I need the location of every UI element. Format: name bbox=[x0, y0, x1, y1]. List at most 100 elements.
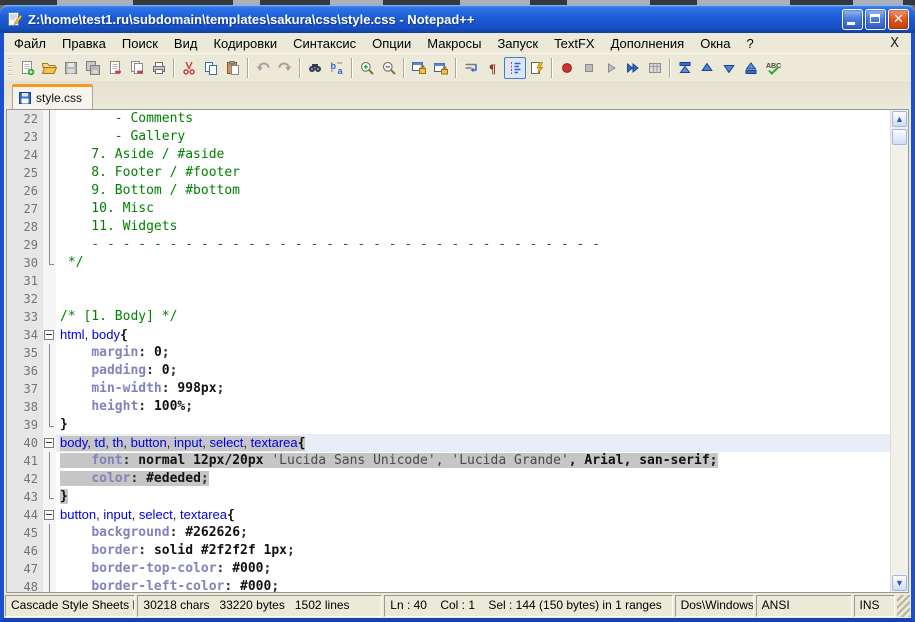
code-line-29[interactable]: 29 - - - - - - - - - - - - - - - - - - -… bbox=[7, 236, 891, 254]
close-button[interactable]: ✕ bbox=[888, 9, 909, 30]
code-line-45[interactable]: 45 background: #262626; bbox=[7, 524, 891, 542]
code-editor[interactable]: 22 - Comments23 - Gallery24 7. Aside / #… bbox=[6, 109, 909, 593]
code-text[interactable]: /* [1. Body] */ bbox=[56, 308, 891, 326]
menu-item-run[interactable]: Запуск bbox=[489, 34, 546, 53]
code-line-39[interactable]: 39} bbox=[7, 416, 891, 434]
scroll-down-arrow-icon[interactable]: ▼ bbox=[892, 575, 907, 591]
scroll-up-arrow-icon[interactable]: ▲ bbox=[892, 111, 907, 127]
code-line-22[interactable]: 22 - Comments bbox=[7, 110, 891, 128]
macro-stop-icon[interactable] bbox=[578, 57, 600, 79]
code-line-38[interactable]: 38 height: 100%; bbox=[7, 398, 891, 416]
menu-item-window[interactable]: Окна bbox=[692, 34, 738, 53]
print-icon[interactable] bbox=[148, 57, 170, 79]
spell-check-icon[interactable]: ABC bbox=[762, 57, 784, 79]
code-line-23[interactable]: 23 - Gallery bbox=[7, 128, 891, 146]
code-line-27[interactable]: 27 10. Misc bbox=[7, 200, 891, 218]
code-line-48[interactable]: 48 border-left-color: #000; bbox=[7, 578, 891, 592]
code-line-30[interactable]: 30 */ bbox=[7, 254, 891, 272]
menu-item-edit[interactable]: Правка bbox=[54, 34, 114, 53]
code-line-32[interactable]: 32 bbox=[7, 290, 891, 308]
new-file-icon[interactable] bbox=[16, 57, 38, 79]
menu-item-plugins[interactable]: Дополнения bbox=[603, 34, 693, 53]
code-text[interactable]: body, td, th, button, input, select, tex… bbox=[56, 434, 891, 452]
user-dialog-icon[interactable] bbox=[526, 57, 548, 79]
sync-vertical-scroll-icon[interactable] bbox=[408, 57, 430, 79]
code-text[interactable]: - Comments bbox=[56, 110, 891, 128]
code-text[interactable]: color: #ededed; bbox=[56, 470, 891, 488]
code-line-36[interactable]: 36 padding: 0; bbox=[7, 362, 891, 380]
menu-item-encoding[interactable]: Кодировки bbox=[205, 34, 285, 53]
code-text[interactable]: font: normal 12px/20px 'Lucida Sans Unic… bbox=[56, 452, 891, 470]
menu-item-view[interactable]: Вид bbox=[166, 34, 206, 53]
redo-icon[interactable] bbox=[274, 57, 296, 79]
zoom-out-icon[interactable] bbox=[378, 57, 400, 79]
code-line-26[interactable]: 26 9. Bottom / #bottom bbox=[7, 182, 891, 200]
code-line-37[interactable]: 37 min-width: 998px; bbox=[7, 380, 891, 398]
word-wrap-icon[interactable] bbox=[460, 57, 482, 79]
code-text[interactable] bbox=[56, 272, 891, 290]
code-text[interactable]: border: solid #2f2f2f 1px; bbox=[56, 542, 891, 560]
menu-item-search[interactable]: Поиск bbox=[114, 34, 166, 53]
code-text[interactable]: button, input, select, textarea{ bbox=[56, 506, 891, 524]
status-encoding[interactable]: ANSI bbox=[756, 595, 852, 617]
status-cursor-position[interactable]: Ln : 40 Col : 1 Sel : 144 (150 bytes) in… bbox=[384, 595, 672, 617]
code-text[interactable]: html, body{ bbox=[56, 326, 891, 344]
code-text[interactable]: background: #262626; bbox=[56, 524, 891, 542]
code-line-47[interactable]: 47 border-top-color: #000; bbox=[7, 560, 891, 578]
close-icon[interactable] bbox=[104, 57, 126, 79]
menu-item-language[interactable]: Синтаксис bbox=[285, 34, 364, 53]
maximize-button[interactable] bbox=[865, 9, 886, 30]
code-line-34[interactable]: 34html, body{ bbox=[7, 326, 891, 344]
menu-item-help[interactable]: ? bbox=[738, 34, 761, 53]
code-line-42[interactable]: 42 color: #ededed; bbox=[7, 470, 891, 488]
vertical-scrollbar[interactable]: ▲ ▼ bbox=[890, 110, 908, 592]
save-all-icon[interactable] bbox=[82, 57, 104, 79]
zoom-in-icon[interactable] bbox=[356, 57, 378, 79]
code-text[interactable]: 10. Misc bbox=[56, 200, 891, 218]
title-bar[interactable]: Z:\home\test1.ru\subdomain\templates\sak… bbox=[0, 5, 915, 33]
code-text[interactable]: 8. Footer / #footer bbox=[56, 164, 891, 182]
sync-horizontal-scroll-icon[interactable] bbox=[430, 57, 452, 79]
status-insert-mode[interactable]: INS bbox=[854, 595, 896, 617]
scrollbar-thumb[interactable] bbox=[892, 129, 907, 145]
open-icon[interactable] bbox=[38, 57, 60, 79]
code-line-31[interactable]: 31 bbox=[7, 272, 891, 290]
code-text[interactable]: - - - - - - - - - - - - - - - - - - - - … bbox=[56, 236, 891, 254]
code-line-43[interactable]: 43} bbox=[7, 488, 891, 506]
fold-toggle-icon[interactable] bbox=[43, 434, 56, 452]
code-line-46[interactable]: 46 border: solid #2f2f2f 1px; bbox=[7, 542, 891, 560]
textfx-move-bottom-icon[interactable] bbox=[740, 57, 762, 79]
code-text[interactable]: padding: 0; bbox=[56, 362, 891, 380]
code-line-44[interactable]: 44button, input, select, textarea{ bbox=[7, 506, 891, 524]
macro-save-icon[interactable] bbox=[644, 57, 666, 79]
code-text[interactable] bbox=[56, 290, 891, 308]
toolbar-grip[interactable] bbox=[8, 58, 12, 78]
code-line-33[interactable]: 33/* [1. Body] */ bbox=[7, 308, 891, 326]
code-text[interactable]: } bbox=[56, 488, 891, 506]
paste-icon[interactable] bbox=[222, 57, 244, 79]
macro-run-multiple-icon[interactable] bbox=[622, 57, 644, 79]
textfx-move-up-icon[interactable] bbox=[696, 57, 718, 79]
code-text[interactable]: min-width: 998px; bbox=[56, 380, 891, 398]
code-text[interactable]: } bbox=[56, 416, 891, 434]
code-text[interactable]: - Gallery bbox=[56, 128, 891, 146]
undo-icon[interactable] bbox=[252, 57, 274, 79]
textfx-move-top-icon[interactable] bbox=[674, 57, 696, 79]
fold-toggle-icon[interactable] bbox=[43, 326, 56, 344]
macro-play-icon[interactable] bbox=[600, 57, 622, 79]
copy-icon[interactable] bbox=[200, 57, 222, 79]
menu-item-settings[interactable]: Опции bbox=[364, 34, 419, 53]
code-text[interactable]: 9. Bottom / #bottom bbox=[56, 182, 891, 200]
macro-record-icon[interactable] bbox=[556, 57, 578, 79]
tab-style-css[interactable]: style.css bbox=[12, 84, 93, 109]
menu-item-textfx[interactable]: TextFX bbox=[546, 34, 602, 53]
status-eol-format[interactable]: Dos\Windows bbox=[675, 595, 754, 617]
code-text[interactable]: border-top-color: #000; bbox=[56, 560, 891, 578]
code-line-40[interactable]: 40body, td, th, button, input, select, t… bbox=[7, 434, 891, 452]
show-indent-guide-icon[interactable] bbox=[504, 57, 526, 79]
resize-grip[interactable] bbox=[897, 595, 910, 617]
close-all-icon[interactable] bbox=[126, 57, 148, 79]
replace-icon[interactable]: ba bbox=[326, 57, 348, 79]
code-text[interactable]: border-left-color: #000; bbox=[56, 578, 891, 592]
code-text[interactable]: height: 100%; bbox=[56, 398, 891, 416]
